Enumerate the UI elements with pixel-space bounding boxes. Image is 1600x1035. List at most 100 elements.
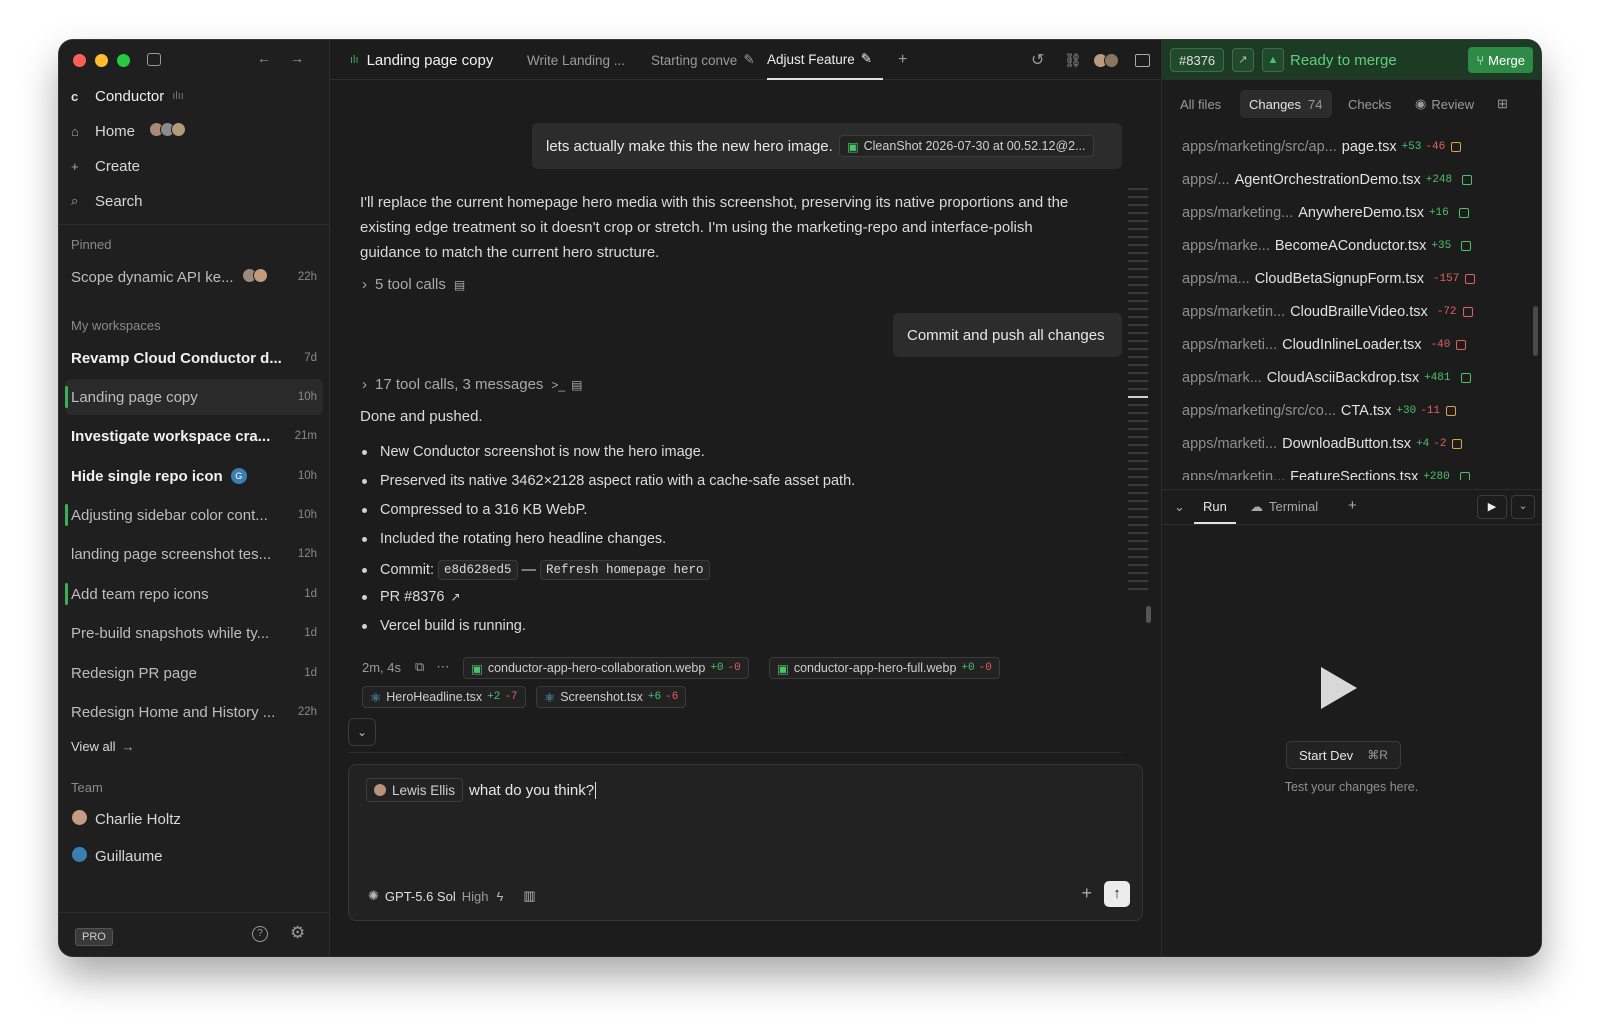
nav-home[interactable]: ⌂ Home [71, 115, 317, 147]
tab-run[interactable]: Run [1194, 490, 1236, 524]
model-selector[interactable]: GPT-5.6 Sol [385, 889, 456, 904]
changed-file-row[interactable]: apps/mark... CloudAsciiBackdrop.tsx +481 [1182, 361, 1511, 394]
message-composer[interactable]: Lewis Ellis what do you think? ✺ GPT-5.6… [348, 764, 1143, 921]
conversation-minimap[interactable] [1128, 188, 1148, 596]
eye-icon: ◉ [1415, 96, 1427, 111]
file-additions: +53 [1401, 140, 1422, 153]
changed-file-row[interactable]: apps/marketing/src/ap... page.tsx +53 -46 [1182, 130, 1511, 163]
start-dev-button[interactable]: Start Dev ⌘R [1286, 741, 1401, 769]
run-options-chevron-icon[interactable]: ⌄ [1511, 495, 1535, 519]
copy-icon[interactable]: ⧉ [415, 659, 424, 675]
tab-terminal[interactable]: ☁ Terminal [1250, 499, 1318, 515]
list-item-text: Compressed to a 316 KB WebP. [380, 502, 588, 518]
minimize-window-button[interactable] [95, 54, 108, 67]
workspace-item-selected[interactable]: Landing page copy 10h [65, 379, 323, 415]
app-window: ← → c Conductor ılıı ⌂ Home + Create ⌕ S… [59, 40, 1541, 956]
changed-file-row[interactable]: apps/marketin... CloudBrailleVideo.tsx -72 [1182, 295, 1511, 328]
changed-file-row[interactable]: apps/marketin... FeatureSections.tsx +280 [1182, 460, 1511, 480]
file-status-icon [1451, 141, 1462, 152]
attachment-chip[interactable]: ▣ CleanShot 2026-07-30 at 00.52.12@2... [838, 135, 1094, 157]
attachment-name: CleanShot 2026-07-30 at 00.52.12@2... [863, 139, 1086, 153]
maximize-window-button[interactable] [117, 54, 130, 67]
send-button[interactable]: ↑ [1104, 881, 1130, 907]
attach-plus-icon[interactable]: + [1081, 883, 1092, 904]
mention-chip[interactable]: Lewis Ellis [366, 778, 464, 802]
tab-adjust-feature[interactable]: Adjust Feature ✎ [767, 40, 883, 80]
link-icon[interactable]: ⛓ [1064, 40, 1082, 80]
run-play-button[interactable]: ▶ [1477, 495, 1507, 519]
workspace-item[interactable]: landing page screenshot tes... 12h [65, 536, 323, 572]
lightning-icon[interactable]: ϟ [496, 889, 503, 904]
collapse-chevron-icon[interactable]: ⌄ [1174, 499, 1185, 515]
changed-file-row[interactable]: apps/marketi... CloudInlineLoader.tsx -40 [1182, 328, 1511, 361]
workspace-item[interactable]: Redesign PR page 1d [65, 655, 323, 691]
file-name: BecomeAConductor.tsx [1274, 237, 1427, 254]
composer-input[interactable]: what do you think? [469, 781, 597, 799]
book-icon[interactable]: ▥ [523, 888, 535, 904]
tab-review[interactable]: ◉ Review [1415, 90, 1474, 118]
external-link-icon[interactable]: ↗ [1232, 48, 1254, 72]
forward-arrow-icon[interactable]: → [290, 50, 304, 66]
list-item-pr[interactable]: PR #8376 ↗ [362, 589, 461, 605]
new-tab-button[interactable]: + [898, 40, 907, 80]
team-member[interactable]: Guillaume [71, 840, 317, 872]
tool-calls-label: 5 tool calls [375, 276, 446, 293]
tool-calls-toggle[interactable]: › 5 tool calls ▤ [362, 276, 465, 293]
help-icon[interactable]: ? [252, 926, 268, 942]
changed-file-row[interactable]: apps/marketing/src/co... CTA.tsx +30 -11 [1182, 394, 1511, 427]
file-chip[interactable]: ▣ conductor-app-hero-collaboration.webp +0… [463, 657, 749, 679]
workspace-item[interactable]: Redesign Home and History ... 22h [65, 694, 323, 730]
tab-starting-conve[interactable]: Starting conve ✎ [651, 40, 761, 80]
workspace-item[interactable]: Add team repo icons 1d [65, 576, 323, 612]
tab-changes[interactable]: Changes 74 [1240, 90, 1332, 118]
workspace-item[interactable]: Investigate workspace cra... 21m [65, 418, 323, 454]
tree-view-icon[interactable]: ⊞ [1497, 90, 1508, 118]
changes-count: 74 [1308, 96, 1323, 112]
changed-file-row[interactable]: apps/ma... CloudBetaSignupForm.tsx -157 [1182, 262, 1511, 295]
file-path: apps/ma... [1182, 270, 1250, 287]
workspace-item[interactable]: Pre-build snapshots while ty... 1d [65, 615, 323, 651]
pr-number-badge[interactable]: #8376 [1170, 48, 1225, 72]
pinned-item[interactable]: Scope dynamic API ke... 22h [65, 259, 323, 295]
workspace-item[interactable]: Hide single repo icon G 10h [65, 458, 323, 494]
file-chip[interactable]: ▣ conductor-app-hero-full.webp +0 -0 [769, 657, 1000, 679]
changed-file-row[interactable]: apps/... AgentOrchestrationDemo.tsx +248 [1182, 163, 1511, 196]
add-tab-plus-icon[interactable]: + [1348, 497, 1357, 514]
nav-create[interactable]: + Create [71, 150, 317, 182]
changed-file-row[interactable]: apps/marke... BecomeAConductor.tsx +35 [1182, 229, 1511, 262]
changed-file-row[interactable]: apps/marketi... DownloadButton.tsx +4 -2 [1182, 427, 1511, 460]
file-chip[interactable]: ⚛ Screenshot.tsx +6 -6 [536, 686, 687, 708]
tab-checks[interactable]: Checks [1348, 90, 1391, 118]
effort-level[interactable]: High [462, 889, 489, 904]
tab-all-files[interactable]: All files [1180, 90, 1221, 118]
team-member[interactable]: Charlie Holtz [71, 803, 317, 835]
tool-calls-toggle[interactable]: › 17 tool calls, 3 messages >_ ▤ [362, 376, 582, 393]
pr-link[interactable]: PR #8376 [380, 589, 445, 605]
app-title[interactable]: c Conductor ılıı [71, 80, 317, 112]
collaborators-avatars[interactable] [1093, 40, 1119, 80]
changed-file-row[interactable]: apps/marketing... AnywhereDemo.tsx +16 [1182, 196, 1511, 229]
tab-label: Write Landing ... [527, 52, 626, 68]
status-bar [65, 504, 68, 526]
view-all-label: View all [71, 738, 116, 754]
settings-gear-icon[interactable]: ⚙ [290, 923, 305, 943]
toggle-right-panel-icon[interactable] [1135, 40, 1150, 80]
merge-button[interactable]: ⑂ Merge [1468, 47, 1533, 73]
back-arrow-icon[interactable]: ← [257, 50, 271, 66]
more-icon[interactable]: ⋯ [436, 659, 449, 675]
commit-hash[interactable]: e8d628ed5 [437, 560, 518, 580]
tab-write-landing[interactable]: Write Landing ... [527, 40, 627, 80]
nav-search[interactable]: ⌕ Search [71, 185, 317, 217]
tab-landing-page-copy[interactable]: ılı Landing page copy [350, 40, 493, 80]
scroll-down-button[interactable]: ⌄ [348, 718, 376, 746]
team-member-name: Guillaume [95, 847, 163, 865]
history-icon[interactable]: ↺ [1031, 40, 1044, 80]
scrollbar[interactable] [1146, 606, 1151, 623]
workspace-item[interactable]: Revamp Cloud Conductor d... 7d [65, 340, 323, 376]
workspace-item[interactable]: Adjusting sidebar color cont... 10h [65, 497, 323, 533]
scrollbar[interactable] [1533, 306, 1538, 356]
toggle-sidebar-icon[interactable] [147, 53, 161, 66]
file-chip[interactable]: ⚛ HeroHeadline.tsx +2 -7 [362, 686, 526, 708]
view-all-link[interactable]: View all → [71, 730, 317, 762]
close-window-button[interactable] [73, 54, 86, 67]
